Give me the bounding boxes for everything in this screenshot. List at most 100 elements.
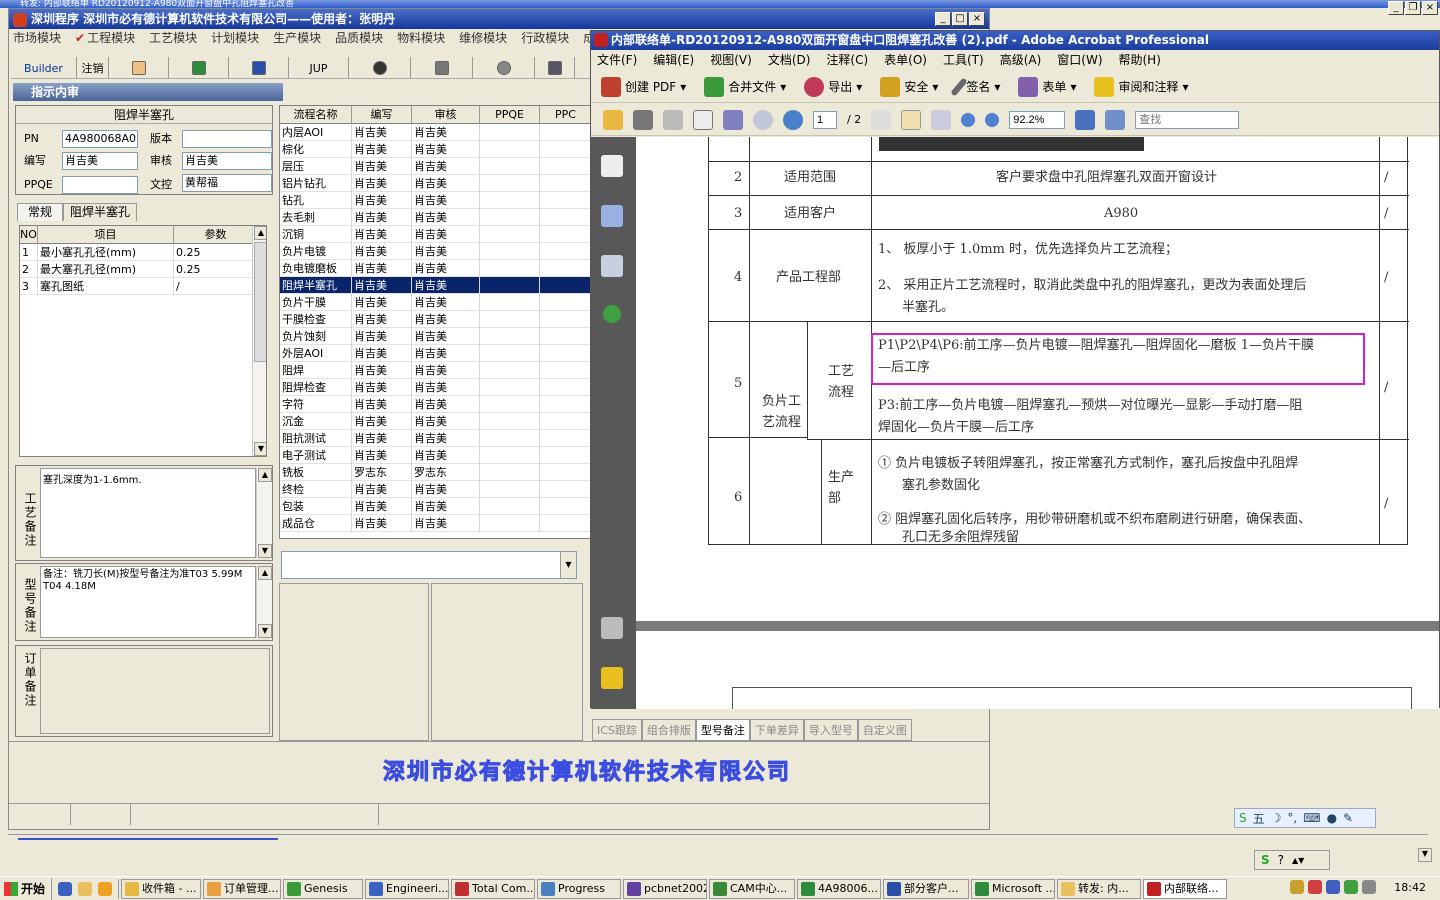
comments-icon[interactable] — [601, 667, 623, 689]
menu-document[interactable]: 文档(D) — [768, 50, 811, 70]
bookmarks-icon[interactable] — [601, 205, 623, 227]
menu-forms[interactable]: 表单(O) — [884, 50, 927, 70]
table-row[interactable]: 包装 肖吉美 肖吉美 — [280, 498, 590, 515]
menu-comments[interactable]: 注释(C) — [826, 50, 868, 70]
start-button[interactable]: 开始 — [0, 877, 52, 900]
table-row[interactable]: 负片电镀 肖吉美 肖吉美 — [280, 243, 590, 260]
order-notes-text[interactable] — [40, 648, 270, 734]
hand-icon[interactable] — [901, 109, 922, 130]
fit-page-icon[interactable] — [1105, 109, 1126, 130]
close-icon[interactable]: × — [969, 12, 985, 26]
menu-window[interactable]: 窗口(W) — [1057, 50, 1102, 70]
table-row[interactable]: 终检 肖吉美 肖吉美 — [280, 481, 590, 498]
process-dropdown[interactable]: ▼ — [281, 551, 577, 579]
scroll-thumb[interactable] — [254, 242, 266, 362]
table-row[interactable]: 2 最大塞孔孔径(mm) 0.25 — [20, 261, 258, 278]
taskbar-item[interactable]: Engineeri... — [365, 878, 449, 899]
model-notes-text[interactable]: 备注：铣刀长(M)按型号备注为准T03 5.99M T04 4.18M — [40, 566, 256, 638]
tray-icon[interactable] — [1308, 880, 1322, 894]
minimize-icon[interactable]: _ — [1388, 1, 1404, 15]
taskbar-item[interactable]: 部分客户... — [883, 878, 969, 899]
tab-import-model[interactable]: 导入型号 — [803, 719, 858, 741]
menu-file[interactable]: 文件(F) — [597, 50, 637, 70]
menu-item[interactable]: 市场模块 — [13, 29, 61, 47]
menu-view[interactable]: 视图(V) — [710, 50, 752, 70]
open-folder-icon[interactable] — [603, 109, 623, 130]
help-icon[interactable] — [603, 305, 621, 323]
table-row[interactable]: 棕化 肖吉美 肖吉美 — [280, 141, 590, 158]
ie-icon[interactable] — [58, 881, 72, 896]
scroll-down-icon[interactable]: ▼ — [1418, 848, 1432, 862]
security-button[interactable]: 安全 ▾ — [880, 76, 938, 97]
table-row[interactable]: 干膜检查 肖吉美 肖吉美 — [280, 311, 590, 328]
taskbar-item[interactable]: 内部联络... — [1143, 878, 1227, 899]
table-row[interactable]: 字符 肖吉美 肖吉美 — [280, 396, 590, 413]
minimize-icon[interactable]: _ — [935, 12, 951, 26]
table-row[interactable]: 钻孔 肖吉美 肖吉美 — [280, 192, 590, 209]
jup-button[interactable]: JUP — [289, 57, 349, 79]
arrow-left-icon[interactable] — [753, 109, 773, 130]
scrollbar[interactable]: ▲ ▼ — [252, 226, 266, 456]
menu-item[interactable]: 计划模块 — [211, 29, 259, 47]
table-row[interactable]: 铣板 罗志东 罗志东 — [280, 464, 590, 481]
menu-item[interactable]: 行政模块 — [521, 29, 569, 47]
builder-button[interactable]: Builder — [11, 57, 77, 79]
table-row[interactable]: 沉金 肖吉美 肖吉美 — [280, 413, 590, 430]
taskbar-item[interactable]: 收件箱 - ... — [121, 878, 201, 899]
app-icon[interactable] — [98, 881, 112, 896]
word-button[interactable] — [229, 57, 289, 79]
tray-icon[interactable] — [1326, 880, 1340, 894]
table-row[interactable]: 铝片钻孔 肖吉美 肖吉美 — [280, 175, 590, 192]
tray-icon[interactable] — [1290, 880, 1304, 894]
menu-item-engineering[interactable]: ✔ 工程模块 — [75, 29, 135, 47]
menu-item[interactable]: 品质模块 — [335, 29, 383, 47]
table-row[interactable]: 电子测试 肖吉美 肖吉美 — [280, 447, 590, 464]
scroll-down-icon[interactable]: ▼ — [254, 442, 266, 456]
scroll-up-icon[interactable]: ▲ — [254, 226, 266, 240]
restore-icon[interactable]: ❐ — [1405, 1, 1421, 15]
calendar-button[interactable] — [109, 57, 169, 79]
doc-control-field[interactable]: 黄帮福 — [182, 174, 272, 192]
sogou-icon[interactable]: S — [1239, 811, 1247, 825]
database-button[interactable] — [411, 57, 473, 79]
print-button[interactable] — [535, 57, 575, 79]
sogou-icon[interactable]: S — [1261, 853, 1270, 867]
tab-half-plug[interactable]: 阻焊半塞孔 — [63, 203, 138, 221]
logout-button[interactable]: 注销 — [77, 57, 109, 79]
table-row[interactable]: 阻焊半塞孔 肖吉美 肖吉美 — [280, 277, 590, 294]
ppqe-field[interactable] — [62, 176, 138, 194]
taskbar-item[interactable]: CAM中心... — [709, 878, 795, 899]
taskbar-item[interactable]: 订单管理... — [203, 878, 281, 899]
zoom-input[interactable] — [1009, 110, 1066, 129]
combine-files-button[interactable]: 合并文件 ▾ — [704, 76, 786, 97]
fit-width-icon[interactable] — [1075, 109, 1096, 130]
signatures-icon[interactable] — [601, 255, 623, 277]
table-row[interactable]: 3 塞孔图纸 / — [20, 278, 258, 295]
table-row[interactable]: 沉铜 肖吉美 肖吉美 — [280, 226, 590, 243]
taskbar-item[interactable]: Total Com... — [451, 878, 535, 899]
table-row[interactable]: 负片蚀刻 肖吉美 肖吉美 — [280, 328, 590, 345]
search-input[interactable] — [1135, 110, 1240, 129]
scroll-down-icon[interactable]: ▼ — [258, 544, 272, 558]
taskbar-item[interactable]: 转发: 内... — [1057, 878, 1141, 899]
tab-general[interactable]: 常规 — [17, 203, 64, 221]
table-row[interactable]: 负片干膜 肖吉美 肖吉美 — [280, 294, 590, 311]
zoom-in-icon[interactable] — [985, 112, 1000, 127]
create-pdf-button[interactable]: 创建 PDF ▾ — [601, 76, 686, 97]
pages-icon[interactable] — [601, 155, 623, 177]
tab-ics-tracking[interactable]: ICS跟踪 — [592, 719, 642, 741]
scroll-up-icon[interactable]: ▲ — [258, 566, 272, 580]
maximize-icon[interactable]: □ — [952, 12, 968, 26]
sign-button[interactable]: 签名 ▾ — [950, 76, 1000, 97]
menu-tools[interactable]: 工具(T) — [943, 50, 984, 70]
chevron-down-icon[interactable]: ▲▼ — [1292, 856, 1304, 865]
pn-field[interactable]: 4A980068A0 — [62, 130, 138, 148]
menu-item[interactable]: 维修模块 — [459, 29, 507, 47]
zoom-icon[interactable] — [931, 109, 952, 130]
table-row[interactable]: 阻焊 肖吉美 肖吉美 — [280, 362, 590, 379]
taskbar-item[interactable]: Microsoft ... — [971, 878, 1055, 899]
taskbar-item[interactable]: 4A98006... — [797, 878, 881, 899]
taskbar-item[interactable]: Progress — [537, 878, 621, 899]
moon-icon[interactable]: ☽ — [1271, 811, 1282, 825]
menu-edit[interactable]: 编辑(E) — [653, 50, 694, 70]
